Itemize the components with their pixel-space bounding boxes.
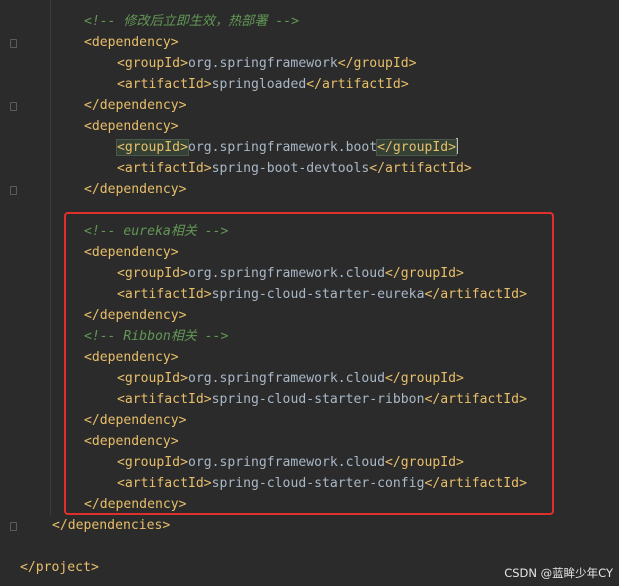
code-text: spring-boot-devtools (211, 161, 370, 176)
xml-tag: <dependency> (84, 35, 179, 50)
code-line[interactable]: <dependency> (84, 116, 179, 137)
xml-tag: </dependency> (84, 98, 187, 113)
code-line[interactable]: <dependency> (84, 32, 179, 53)
xml-tag: </groupId> (337, 56, 417, 71)
xml-tag: <groupId> (117, 56, 188, 71)
code-line[interactable]: </project> (20, 557, 99, 578)
code-line[interactable]: <groupId>org.springframework.boot</group… (116, 137, 458, 158)
editor-gutter (0, 0, 20, 586)
code-line[interactable]: <artifactId>springloaded</artifactId> (117, 74, 409, 95)
watermark: CSDN @蓝眸少年CY (504, 566, 613, 580)
code-editor[interactable]: <!-- 修改后立即生效，热部署 --> <dependency> <groupId… (0, 0, 619, 586)
code-text: org.springframework (187, 56, 338, 71)
xml-tag: </project> (20, 560, 99, 575)
code-line[interactable]: </dependency> (84, 179, 186, 200)
code-text: org.springframework.boot (187, 140, 378, 155)
highlight-annotation-box (64, 212, 554, 515)
text-caret (456, 138, 458, 154)
code-line[interactable]: </dependencies> (52, 515, 170, 536)
fold-marker-icon[interactable] (10, 186, 17, 195)
code-line[interactable]: <artifactId>spring-boot-devtools</artifa… (117, 158, 472, 179)
xml-tag: </dependencies> (52, 518, 171, 533)
xml-tag-matched: </groupId> (376, 139, 457, 156)
code-text: springloaded (211, 77, 307, 92)
indent-guide-line (50, 0, 51, 515)
xml-tag: </artifactId> (306, 77, 409, 92)
fold-marker-icon[interactable] (10, 39, 17, 48)
code-comment: <!-- 修改后立即生效，热部署 --> (84, 14, 299, 29)
xml-tag: </dependency> (84, 182, 187, 197)
code-line[interactable]: <groupId>org.springframework</groupId> (117, 53, 417, 74)
code-line[interactable]: <!-- 修改后立即生效，热部署 --> (84, 11, 299, 32)
fold-marker-icon[interactable] (10, 522, 17, 531)
code-line[interactable]: </dependency> (84, 95, 186, 116)
xml-tag: <artifactId> (117, 77, 212, 92)
xml-tag-matched: <groupId> (116, 139, 189, 156)
xml-tag: <artifactId> (117, 161, 212, 176)
xml-tag: </artifactId> (369, 161, 472, 176)
fold-marker-icon[interactable] (10, 102, 17, 111)
xml-tag: <dependency> (84, 119, 179, 134)
